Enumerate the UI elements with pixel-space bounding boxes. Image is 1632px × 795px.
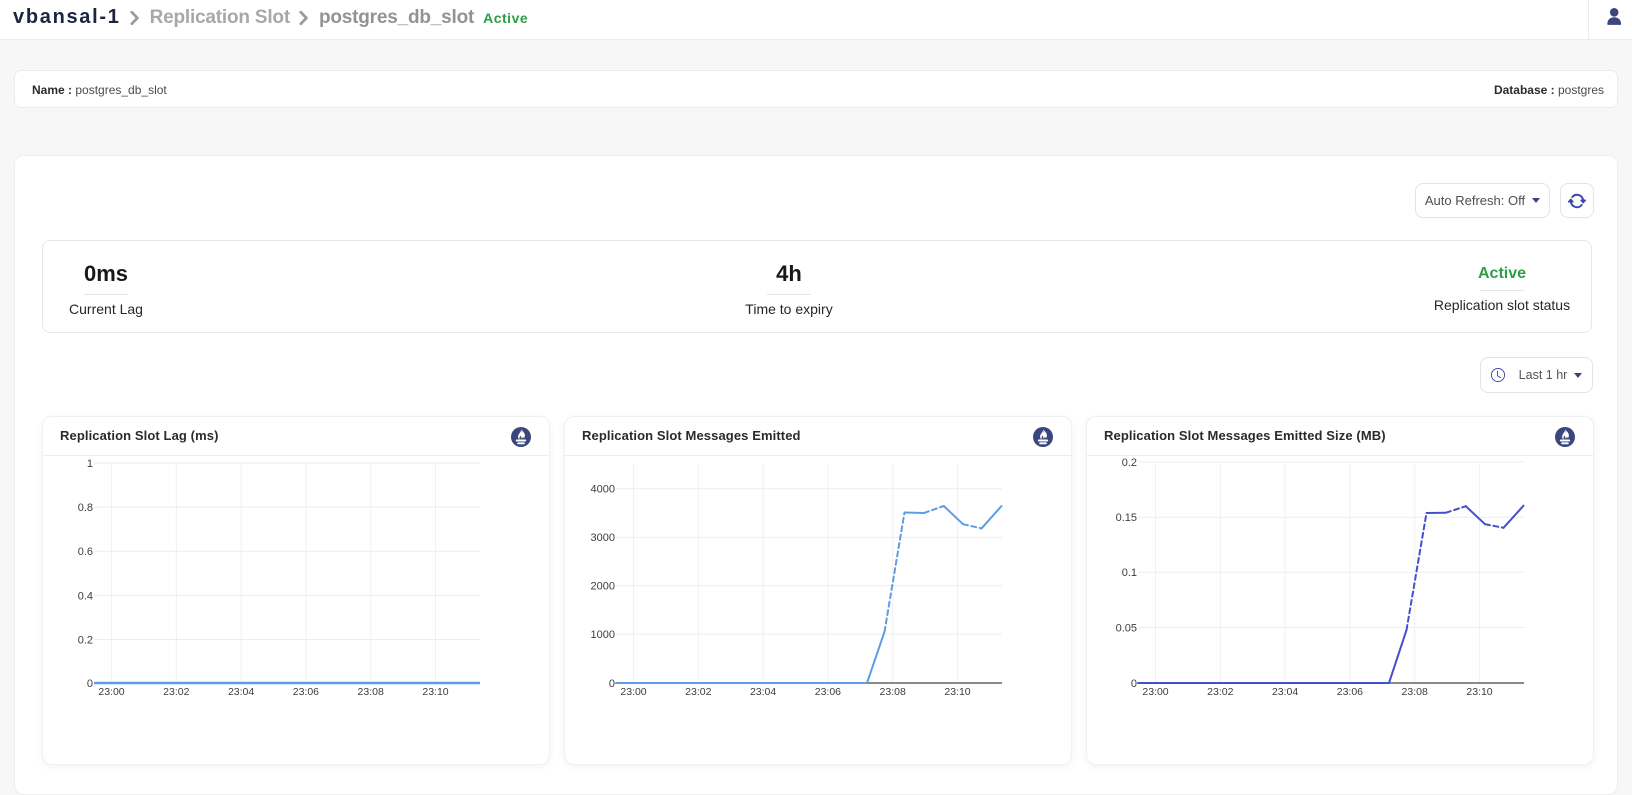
svg-text:23:04: 23:04 bbox=[750, 686, 776, 698]
svg-text:0.4: 0.4 bbox=[78, 590, 93, 602]
svg-text:0: 0 bbox=[609, 678, 615, 690]
svg-text:23:06: 23:06 bbox=[1337, 686, 1363, 698]
svg-text:23:02: 23:02 bbox=[163, 686, 189, 698]
svg-text:0.15: 0.15 bbox=[1116, 512, 1137, 524]
svg-text:4000: 4000 bbox=[591, 484, 615, 496]
svg-text:1000: 1000 bbox=[591, 629, 615, 641]
svg-text:0.2: 0.2 bbox=[78, 634, 93, 646]
svg-text:23:06: 23:06 bbox=[815, 686, 841, 698]
svg-text:23:00: 23:00 bbox=[98, 686, 124, 698]
svg-text:23:02: 23:02 bbox=[1207, 686, 1233, 698]
svg-text:0: 0 bbox=[87, 678, 93, 690]
svg-text:0: 0 bbox=[1131, 678, 1137, 690]
svg-text:2000: 2000 bbox=[591, 581, 615, 593]
svg-text:0.6: 0.6 bbox=[78, 546, 93, 558]
svg-text:0.8: 0.8 bbox=[78, 502, 93, 514]
svg-text:23:00: 23:00 bbox=[620, 686, 646, 698]
svg-text:0.1: 0.1 bbox=[1122, 567, 1137, 579]
svg-text:23:08: 23:08 bbox=[358, 686, 384, 698]
svg-text:23:08: 23:08 bbox=[1402, 686, 1428, 698]
svg-text:23:02: 23:02 bbox=[685, 686, 711, 698]
svg-text:23:04: 23:04 bbox=[228, 686, 254, 698]
svg-text:23:08: 23:08 bbox=[880, 686, 906, 698]
svg-text:23:00: 23:00 bbox=[1142, 686, 1168, 698]
svg-text:23:04: 23:04 bbox=[1272, 686, 1298, 698]
svg-text:23:10: 23:10 bbox=[944, 686, 970, 698]
svg-text:0.05: 0.05 bbox=[1116, 622, 1137, 634]
svg-text:23:10: 23:10 bbox=[1466, 686, 1492, 698]
svg-text:0.2: 0.2 bbox=[1122, 457, 1137, 469]
svg-text:3000: 3000 bbox=[591, 532, 615, 544]
svg-text:23:10: 23:10 bbox=[422, 686, 448, 698]
svg-text:1: 1 bbox=[87, 458, 93, 470]
svg-text:23:06: 23:06 bbox=[293, 686, 319, 698]
